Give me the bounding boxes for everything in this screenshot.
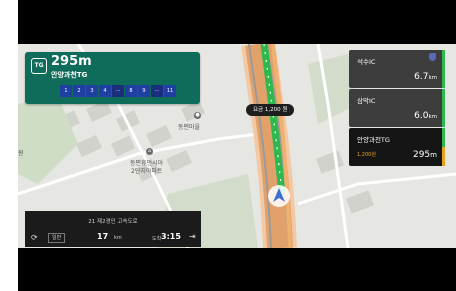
- upcoming-name: 석수IC: [357, 58, 376, 66]
- remaining-distance-unit: km: [114, 235, 122, 241]
- lane-gap: ···: [151, 85, 163, 97]
- upcoming-item[interactable]: 삼막IC 6.0km: [349, 89, 445, 127]
- lane-indicator: 1 2 3 4 ··· 8 9 ··· 11: [60, 85, 177, 97]
- guidance-card[interactable]: TG 295m 안양과천TG 1 2 3 4 ··· 8 9 ··· 11: [25, 52, 200, 104]
- lane: 3: [86, 85, 98, 97]
- poi-label-edge: 원: [18, 150, 24, 157]
- lane: 11: [164, 85, 176, 97]
- lane: 1: [60, 85, 72, 97]
- upcoming-distance: 6.7km: [414, 72, 437, 82]
- refresh-icon[interactable]: ⟳: [31, 233, 38, 242]
- traffic-bar: [442, 50, 445, 88]
- guidance-distance: 295m: [51, 54, 92, 69]
- navigation-screen: ● 동편마을 ⌂ 동편휴먼시아 2단지아파트 원 TG 295m 안양과천TG …: [18, 0, 456, 291]
- upcoming-item-tollgate[interactable]: 안양과천TG 1,200원 295m: [349, 128, 445, 166]
- lane-gap: ···: [112, 85, 124, 97]
- traffic-bar: [442, 128, 445, 166]
- poi-icon: ●: [194, 112, 201, 119]
- current-road-name: 21 제2경인 고속도로: [88, 219, 138, 225]
- upcoming-name: 삼막IC: [357, 97, 376, 105]
- upcoming-toll: 1,200원: [357, 152, 376, 158]
- tollgate-badge: TG: [31, 58, 47, 74]
- upcoming-name: 안양과천TG: [357, 136, 390, 144]
- lane: 9: [138, 85, 150, 97]
- route-mode-button[interactable]: 일반: [48, 233, 66, 243]
- apartment-icon: ⌂: [146, 148, 153, 155]
- poi-label-village: 동편마을: [178, 124, 201, 131]
- remaining-distance: 17: [97, 232, 109, 241]
- highway-shield-icon: [429, 53, 436, 61]
- lane: 4: [99, 85, 111, 97]
- current-position-icon: [268, 185, 290, 207]
- arrival-label: 도착: [152, 236, 162, 242]
- lane: 2: [73, 85, 85, 97]
- traffic-bar: [442, 89, 445, 127]
- exit-icon[interactable]: ⇥: [189, 232, 196, 241]
- route-summary-bar: 21 제2경인 고속도로 ⟳ 일반 17 km 도착 3:15 ⇥: [25, 211, 201, 247]
- lane: 8: [125, 85, 137, 97]
- upcoming-distance: 6.0km: [414, 111, 437, 121]
- guidance-name: 안양과천TG: [51, 71, 88, 79]
- upcoming-distance: 295m: [412, 150, 437, 160]
- poi-label-apartment-sub: 2단지아파트: [131, 168, 163, 175]
- toll-fee-badge: 요금 1,200 원: [246, 104, 295, 116]
- arrival-time: 3:15: [161, 232, 181, 241]
